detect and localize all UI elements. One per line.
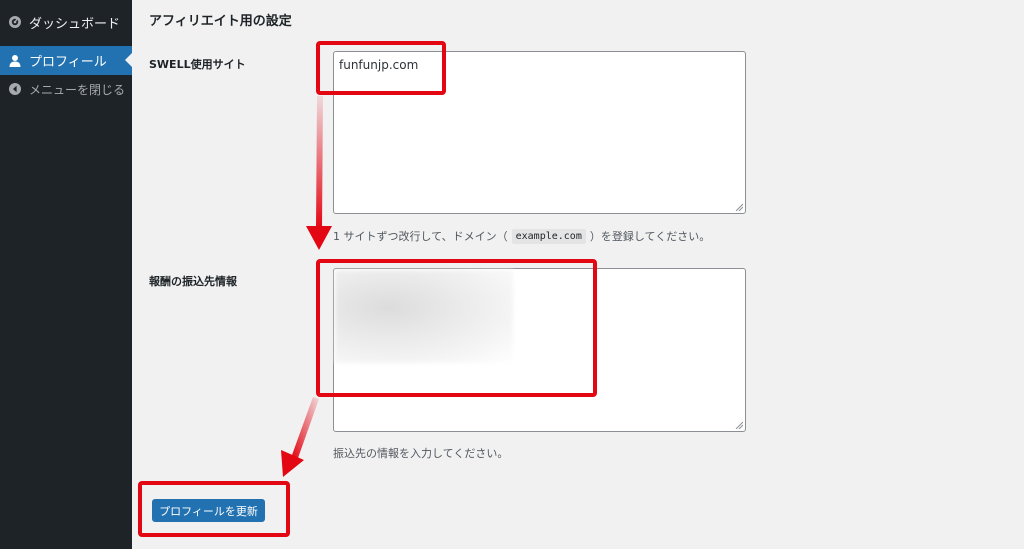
arrow-down-icon [306,96,332,250]
annotation-arrows [281,96,332,477]
arrow-down-left-icon [281,397,319,477]
